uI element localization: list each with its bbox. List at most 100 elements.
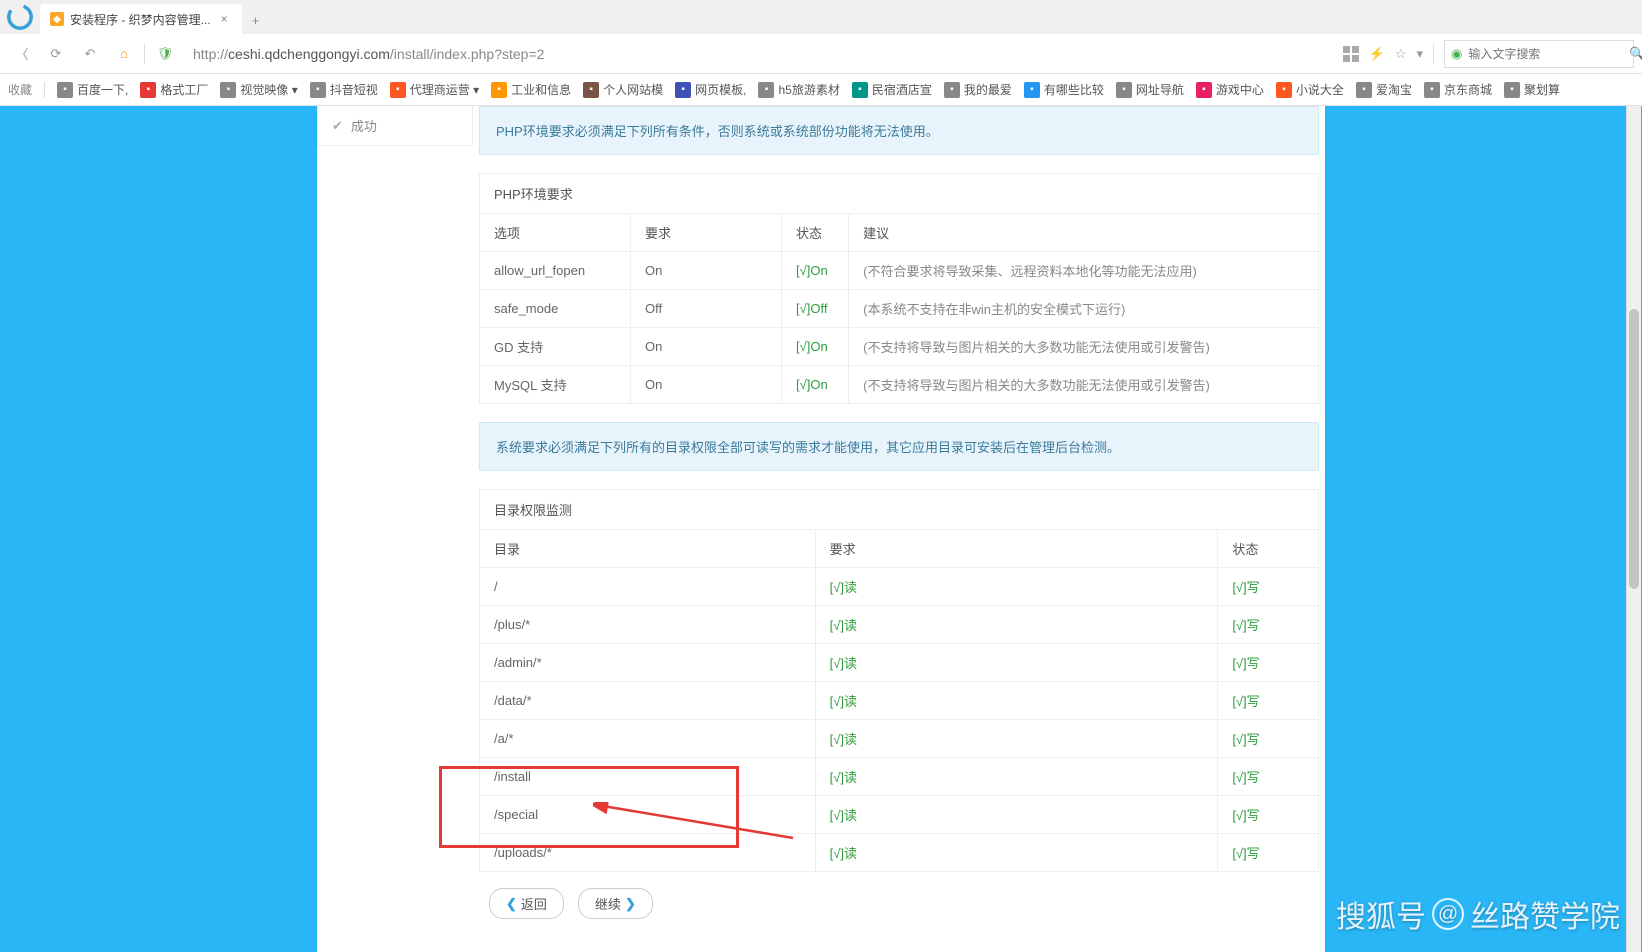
cell-req: [√]读 (815, 568, 1218, 606)
url-prefix: http:// (193, 46, 228, 62)
home-icon[interactable]: ⌂ (110, 40, 138, 68)
cell-status: [√]On (782, 252, 849, 290)
alert-env: PHP环境要求必须满足下列所有条件，否则系统或系统部份功能将无法使用。 (479, 106, 1319, 155)
bookmark-icon: ▪ (583, 82, 599, 98)
bookmark-icon: ▪ (140, 82, 156, 98)
bookmark-item[interactable]: ▪有哪些比较 (1024, 81, 1104, 98)
cell-suggest: (不支持将导致与图片相关的大多数功能无法使用或引发警告) (849, 328, 1319, 366)
cell-req: [√]读 (815, 720, 1218, 758)
at-icon: @ (1432, 898, 1464, 930)
bookmark-label: 民宿酒店宣 (872, 81, 932, 98)
bookmark-item[interactable]: ▪爱淘宝 (1356, 81, 1412, 98)
sidebar-step-success: ✔ 成功 (317, 106, 473, 146)
search-icon[interactable]: 🔍 (1629, 46, 1642, 62)
continue-button[interactable]: 继续 ❯ (578, 888, 653, 919)
bookmark-label: 格式工厂 (160, 81, 208, 98)
installer-panel: ✔ 成功 PHP环境要求必须满足下列所有条件，否则系统或系统部份功能将无法使用。… (317, 106, 1325, 952)
bookmark-label: 网址导航 (1136, 81, 1184, 98)
cell-dir: /a/* (480, 720, 816, 758)
cell-req: [√]读 (815, 606, 1218, 644)
bookmark-item[interactable]: ▪h5旅游素材 (758, 81, 839, 98)
qr-icon[interactable] (1343, 46, 1359, 62)
new-tab-button[interactable]: + (242, 7, 270, 34)
search-input[interactable] (1468, 47, 1623, 61)
cell-dir: /data/* (480, 682, 816, 720)
cell-req: [√]读 (815, 758, 1218, 796)
reload-icon[interactable]: ⟳ (42, 40, 70, 68)
flash-icon[interactable]: ⚡ (1369, 46, 1385, 62)
security-shield-icon[interactable]: 🛡 (151, 40, 179, 68)
undo-icon[interactable]: ↶ (76, 40, 104, 68)
bookmark-item[interactable]: ▪网址导航 (1116, 81, 1184, 98)
dir-perm-table: 目录要求状态 /[√]读[√]写/plus/*[√]读[√]写/admin/*[… (479, 529, 1319, 872)
table-header: 状态 (782, 214, 849, 252)
bookmark-item[interactable]: ▪京东商城 (1424, 81, 1492, 98)
browser-tab[interactable]: ◆ 安装程序 - 织梦内容管理... × (40, 4, 242, 34)
browser-logo (0, 0, 40, 34)
watermark-suffix: 丝路赞学院 (1470, 892, 1620, 936)
bookmark-icon: ▪ (1504, 82, 1520, 98)
table-header: 目录 (480, 530, 816, 568)
cell-status: [√]写 (1218, 682, 1319, 720)
bookmark-item[interactable]: ▪格式工厂 (140, 81, 208, 98)
cell-dir: /special (480, 796, 816, 834)
bookmark-label: 视觉映像 ▾ (240, 81, 297, 98)
installer-sidebar: ✔ 成功 (317, 106, 473, 935)
table-row: /a/*[√]读[√]写 (480, 720, 1319, 758)
chevron-right-icon: ❯ (625, 896, 636, 912)
bookmarks-bar: 收藏 ▪百度一下,▪格式工厂▪视觉映像 ▾▪抖音短视▪代理商运营 ▾▪工业和信息… (0, 74, 1642, 106)
cell-dir: /uploads/* (480, 834, 816, 872)
table-header: 状态 (1218, 530, 1319, 568)
back-label: 返回 (521, 894, 547, 913)
cell-dir: /admin/* (480, 644, 816, 682)
table-row: /data/*[√]读[√]写 (480, 682, 1319, 720)
scrollbar-thumb[interactable] (1629, 309, 1639, 589)
back-button-icon[interactable]: 〈 (8, 40, 36, 68)
tab-title: 安装程序 - 织梦内容管理... (70, 11, 211, 28)
bookmark-item[interactable]: ▪我的最爱 (944, 81, 1012, 98)
php-env-table: 选项要求状态建议 allow_url_fopenOn[√]On(不符合要求将导致… (479, 213, 1319, 404)
cell-option: GD 支持 (480, 328, 631, 366)
bookmark-item[interactable]: ▪个人网站模 (583, 81, 663, 98)
browser-tab-strip: ◆ 安装程序 - 织梦内容管理... × + (0, 0, 1642, 34)
url-input[interactable]: http://ceshi.qdchenggongyi.com/install/i… (185, 39, 1337, 69)
cell-status: [√]On (782, 328, 849, 366)
cell-dir: /plus/* (480, 606, 816, 644)
search-box[interactable]: ◉ 🔍 (1444, 40, 1634, 68)
address-bar: 〈 ⟳ ↶ ⌂ 🛡 http://ceshi.qdchenggongyi.com… (0, 34, 1642, 74)
button-row: ❮ 返回 继续 ❯ (479, 872, 1319, 935)
bookmark-item[interactable]: ▪视觉映像 ▾ (220, 81, 297, 98)
bookmark-icon: ▪ (758, 82, 774, 98)
bookmark-item[interactable]: ▪聚划算 (1504, 81, 1560, 98)
bookmark-icon: ▪ (310, 82, 326, 98)
bookmark-label: 我的最爱 (964, 81, 1012, 98)
bookmark-label: 工业和信息 (511, 81, 571, 98)
bookmark-item[interactable]: ▪代理商运营 ▾ (390, 81, 479, 98)
table-header: 选项 (480, 214, 631, 252)
close-tab-icon[interactable]: × (217, 12, 232, 26)
scrollbar[interactable] (1626, 106, 1641, 952)
bookmark-icon: ▪ (1024, 82, 1040, 98)
table-row: /plus/*[√]读[√]写 (480, 606, 1319, 644)
table-row: /[√]读[√]写 (480, 568, 1319, 606)
bookmark-item[interactable]: ▪小说大全 (1276, 81, 1344, 98)
bookmark-item[interactable]: ▪民宿酒店宣 (852, 81, 932, 98)
cell-status: [√]写 (1218, 644, 1319, 682)
cell-status: [√]写 (1218, 568, 1319, 606)
star-icon[interactable]: ☆ (1395, 46, 1407, 62)
cell-status: [√]Off (782, 290, 849, 328)
bookmarks-label: 收藏 (8, 81, 32, 98)
php-env-title: PHP环境要求 (479, 173, 1319, 213)
bookmark-label: 代理商运营 ▾ (410, 81, 479, 98)
tab-favicon: ◆ (50, 12, 64, 26)
dropdown-icon[interactable]: ▾ (1416, 46, 1423, 62)
bookmark-item[interactable]: ▪百度一下, (57, 81, 128, 98)
continue-label: 继续 (595, 894, 621, 913)
bookmark-item[interactable]: ▪工业和信息 (491, 81, 571, 98)
cell-req: [√]读 (815, 796, 1218, 834)
bookmark-icon: ▪ (944, 82, 960, 98)
back-button[interactable]: ❮ 返回 (489, 888, 564, 919)
bookmark-item[interactable]: ▪游戏中心 (1196, 81, 1264, 98)
bookmark-item[interactable]: ▪抖音短视 (310, 81, 378, 98)
bookmark-item[interactable]: ▪网页模板, (675, 81, 746, 98)
